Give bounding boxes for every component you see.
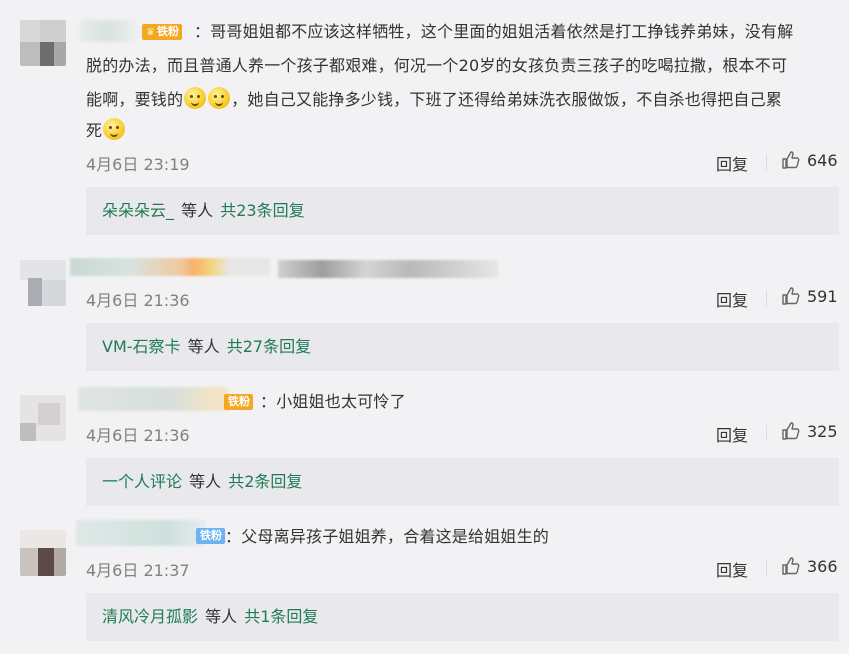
- like-count: 591: [807, 286, 838, 306]
- badge-label: 铁粉: [228, 395, 250, 408]
- reply-nickname[interactable]: 朵朵朵云_: [102, 201, 174, 220]
- thumbs-up-icon: [782, 557, 800, 575]
- reply-button[interactable]: 回复: [716, 557, 748, 581]
- comment-item: 铁粉 ：父母离异孩子姐姐养，合着这是给姐姐生的 4月6日 21:37 回复 36…: [0, 510, 849, 654]
- avatar[interactable]: [20, 260, 66, 306]
- reply-etc: 等人: [189, 472, 222, 491]
- fan-badge: 铁粉: [196, 528, 225, 544]
- comment-text: ：哥哥姐姐都不应该这样牺牲，这个里面的姐姐活着依然是打工挣钱养弟妹，没有解: [194, 17, 793, 47]
- replies-summary[interactable]: 清风冷月孤影 等人 共1条回复: [86, 593, 839, 641]
- replies-summary-line: 清风冷月孤影 等人 共1条回复: [102, 593, 318, 641]
- replies-summary-line: VM-石察卡 等人 共27条回复: [102, 323, 311, 371]
- replies-summary-line: 一个人评论 等人 共2条回复: [102, 458, 302, 506]
- comment-text: 死: [86, 116, 126, 146]
- thumbs-up-icon: [782, 422, 800, 440]
- comment-text: 脱的办法，而且普通人养一个孩子都艰难，何况一个20岁的女孩负责三孩子的吃喝拉撒，…: [86, 51, 787, 81]
- avatar[interactable]: [20, 20, 66, 66]
- reply-count-link[interactable]: 共23条回复: [220, 201, 304, 220]
- reply-nickname[interactable]: 一个人评论: [102, 472, 182, 491]
- reply-etc: 等人: [205, 607, 238, 626]
- smile-emoji-icon: [184, 87, 207, 109]
- avatar[interactable]: [20, 530, 66, 576]
- reply-nickname[interactable]: 清风冷月孤影: [102, 607, 198, 626]
- reply-etc: 等人: [187, 337, 220, 356]
- reply-etc: 等人: [181, 201, 214, 220]
- replies-summary[interactable]: 朵朵朵云_ 等人 共23条回复: [86, 187, 839, 235]
- username-blurred[interactable]: [80, 20, 138, 42]
- divider: [766, 290, 767, 306]
- comment-time: 4月6日 21:36: [86, 426, 190, 445]
- reply-count-link[interactable]: 共2条回复: [228, 472, 302, 491]
- like-count: 366: [807, 556, 838, 576]
- comment-text-line: ：哥哥姐姐都不应该这样牺牲，这个里面的姐姐活着依然是打工挣钱养弟妹，没有解: [194, 22, 794, 41]
- username-blurred[interactable]: [76, 520, 206, 546]
- comment-text-line: 脱的办法，而且普通人养一个孩子都艰难，何况一个20岁的女孩负责三孩子的吃喝拉撒，…: [86, 56, 788, 75]
- comment-text-line: 能啊，要钱的: [86, 90, 184, 109]
- username-blurred[interactable]: [70, 258, 270, 276]
- thumbs-up-icon: [782, 151, 800, 169]
- divider: [766, 560, 767, 576]
- replies-summary[interactable]: 一个人评论 等人 共2条回复: [86, 458, 839, 506]
- reply-button[interactable]: 回复: [716, 287, 748, 311]
- reply-button[interactable]: 回复: [716, 151, 748, 175]
- fan-badge: ♛ 铁粉: [142, 24, 182, 40]
- comment-text: ：小姐姐也太可怜了: [260, 392, 406, 411]
- comment-text-line: 死: [86, 121, 103, 140]
- comment-text-blurred: [278, 260, 498, 278]
- avatar[interactable]: [20, 395, 66, 441]
- reply-count-link[interactable]: 共1条回复: [244, 607, 318, 626]
- like-button[interactable]: 325: [781, 421, 838, 441]
- badge-label: 铁粉: [200, 529, 222, 542]
- comment-item: 4月6日 21:36 回复 591 VM-石察卡 等人 共27条回复: [0, 240, 849, 375]
- smile-emoji-icon: [208, 87, 231, 109]
- like-button[interactable]: 591: [781, 286, 838, 306]
- like-count: 325: [807, 421, 838, 441]
- reply-button[interactable]: 回复: [716, 422, 748, 446]
- reply-nickname[interactable]: VM-石察卡: [102, 337, 181, 356]
- replies-summary[interactable]: VM-石察卡 等人 共27条回复: [86, 323, 839, 371]
- comment-text-line: ，她自己又能挣多少钱，下班了还得给弟妹洗衣服做饭，不自杀也得把自己累: [231, 90, 783, 109]
- thumbs-up-icon: [782, 287, 800, 305]
- divider: [766, 154, 767, 170]
- divider: [766, 425, 767, 441]
- like-count: 646: [807, 150, 838, 170]
- like-button[interactable]: 366: [781, 556, 838, 576]
- like-button[interactable]: 646: [781, 150, 838, 170]
- badge-label: 铁粉: [156, 25, 179, 38]
- reply-count-link[interactable]: 共27条回复: [227, 337, 311, 356]
- comment-time: 4月6日 21:37: [86, 561, 190, 580]
- comment-time: 4月6日 21:36: [86, 291, 190, 310]
- username-blurred[interactable]: [78, 387, 228, 411]
- crown-icon: ♛: [146, 27, 155, 38]
- smile-emoji-icon: [103, 118, 126, 140]
- replies-summary-line: 朵朵朵云_ 等人 共23条回复: [102, 187, 305, 235]
- comment-item: ♛ 铁粉 ：哥哥姐姐都不应该这样牺牲，这个里面的姐姐活着依然是打工挣钱养弟妹，没有…: [0, 0, 849, 240]
- comment-text: 能啊，要钱的 ，她自己又能挣多少钱，下班了还得给弟妹洗衣服做饭，不自杀也得把自己累: [86, 85, 782, 115]
- comment-time: 4月6日 23:19: [86, 155, 190, 174]
- comment-text: ：父母离异孩子姐姐养，合着这是给姐姐生的: [225, 527, 550, 546]
- fan-badge: 铁粉: [224, 394, 253, 410]
- comment-item: 铁粉 ：小姐姐也太可怜了 4月6日 21:36 回复 325 一个人评论 等人 …: [0, 375, 849, 510]
